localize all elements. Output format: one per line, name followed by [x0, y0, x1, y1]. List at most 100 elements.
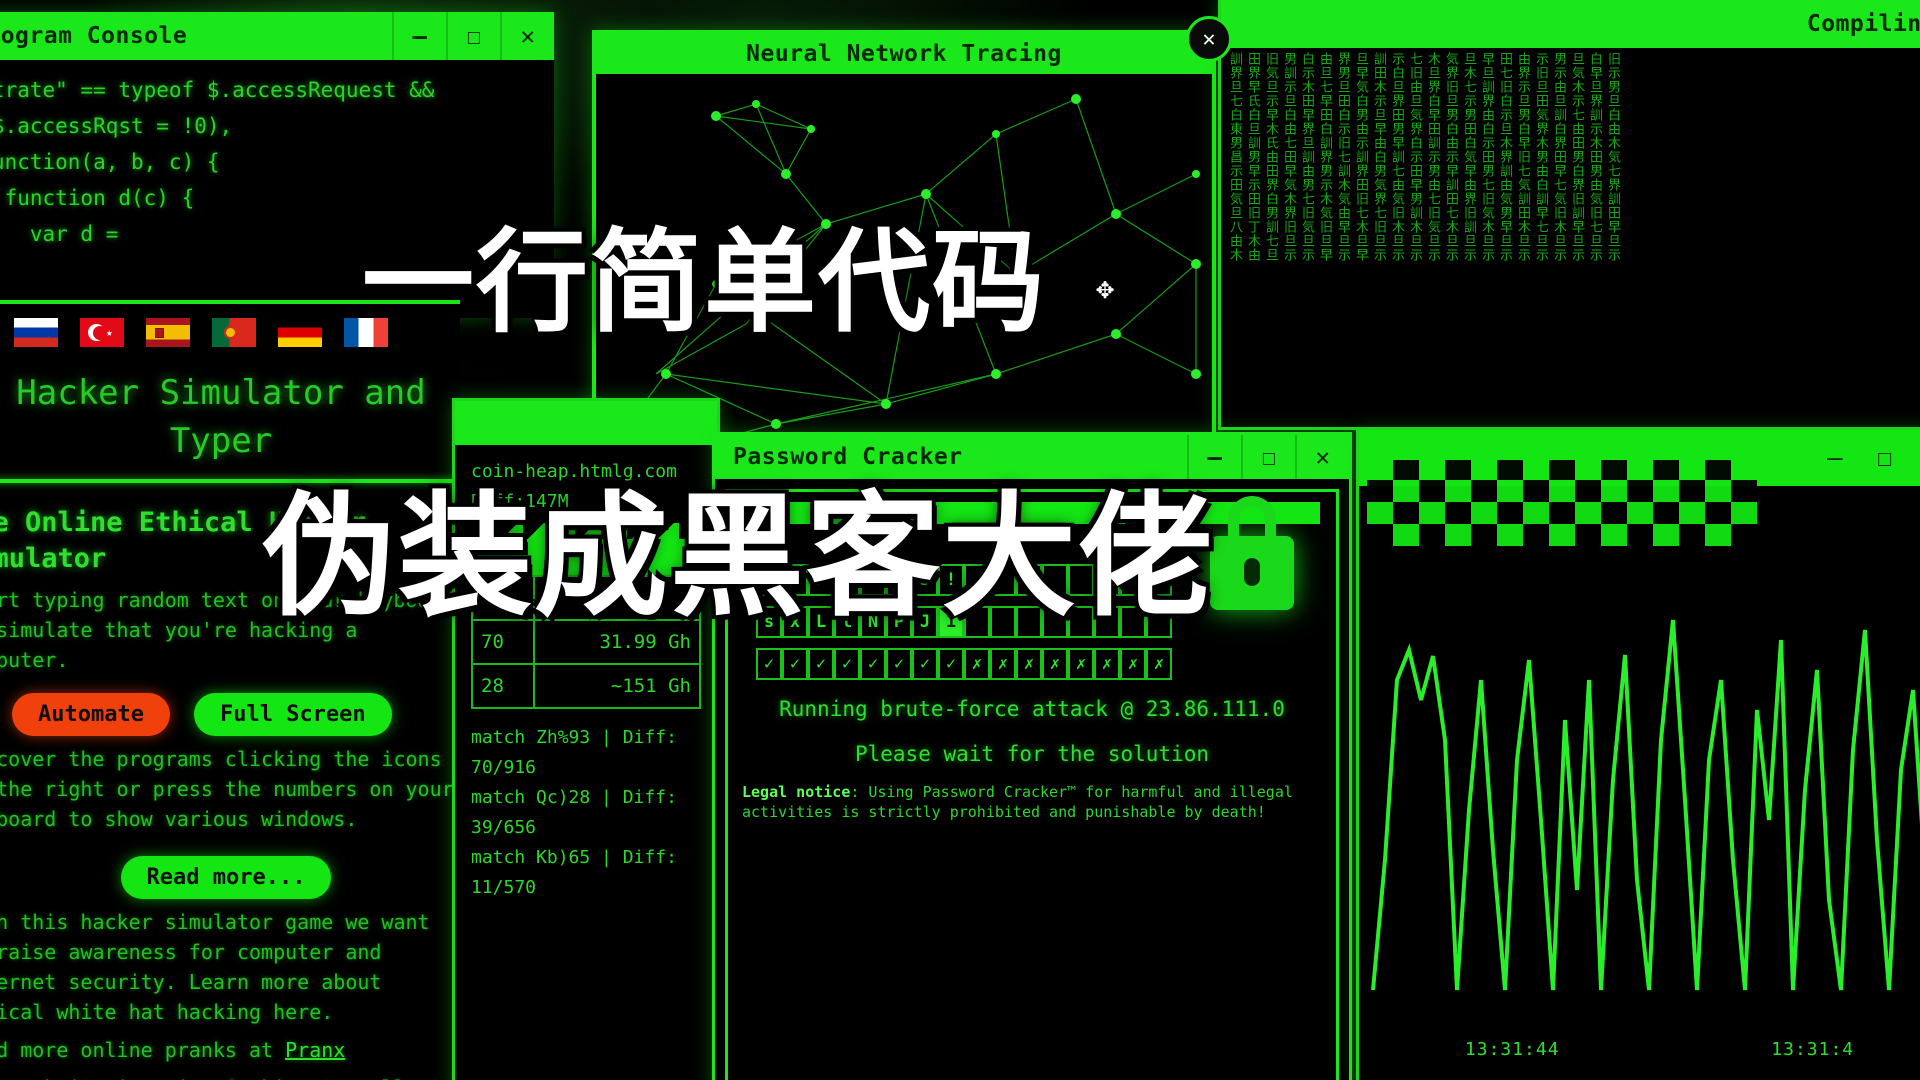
matrix-column: 訓界旦七白東男昌示田気旦八由木	[1227, 52, 1242, 262]
close-icon[interactable]: ✕	[500, 12, 554, 60]
maximize-icon[interactable]: ☐	[446, 12, 500, 60]
window-controls[interactable]: – ☐ ✕	[392, 12, 554, 60]
program-console-title: Program Console	[0, 23, 188, 49]
program-console-titlebar[interactable]: Program Console – ☐ ✕	[0, 12, 554, 60]
padlock-icon	[1210, 496, 1294, 610]
matrix-column: 旦早気白男由示訓界田旧七木旦早	[1353, 52, 1368, 262]
matrix-column: 木旦界白早田訓示男由七旧気旦示	[1425, 52, 1440, 262]
matrix-column: 早旦訓界由白示田男七旧気木旦示	[1479, 52, 1494, 262]
brand-title: Hacker Simulator and Typer	[0, 353, 460, 479]
matrix-column: 白示木田早界旦訓由男七旧気旦示	[1299, 52, 1314, 262]
grid-cell-mark: ✓	[808, 648, 834, 680]
flag-russia-icon[interactable]	[14, 318, 58, 347]
overlay-headline-secondary: 伪装成黑客大佬	[262, 479, 1215, 635]
matrix-column: 七旧由旦気界白示田早男訓木旦示	[1407, 52, 1422, 262]
matrix-column: 訓田木示旦早由白男気界七旧旦示	[1371, 52, 1386, 262]
sidebar-hint: Discover the programs clicking the icons…	[0, 747, 454, 831]
coin-heap-log-line: match Qc)28 | Diff: 39/656	[471, 787, 677, 838]
password-cracker-titlebar[interactable]: Password Cracker – ☐ ✕	[715, 435, 1349, 479]
brand-line-2: Typer	[169, 421, 273, 461]
matrix-column: 旧気旦示早木氏由田界白男訓七旦	[1263, 52, 1278, 262]
sidebar-panel: ★ Hacker Simulator and Typer The Online …	[0, 300, 460, 1080]
matrix-column: 旦気木示七由田男白界旧訓早旦示	[1569, 52, 1584, 262]
maximize-icon[interactable]: ☐	[1241, 435, 1295, 479]
neural-title: Neural Network Tracing	[746, 41, 1062, 67]
matrix-column: 旦木七示男田白気早由界旧訓旦示	[1461, 52, 1476, 262]
grid-cell-mark: ✗	[1042, 648, 1068, 680]
matrix-column: 男訓示旦白由七田早気木界旧旦示	[1281, 52, 1296, 262]
legal-notice-label: Legal notice	[742, 783, 851, 801]
minimize-icon[interactable]: –	[1827, 443, 1843, 473]
matrix-column: 示旧旦田気界木男由白訓早七旦示	[1533, 52, 1548, 262]
desktop: Program Console – ☐ ✕ enetrate" == typeo…	[0, 0, 1920, 1080]
window-controls[interactable]: – ☐ ✕	[1187, 435, 1349, 479]
matrix-column: 男示由旦訓白界田早七気旧木旦示	[1551, 52, 1566, 262]
compiling-title: Compiling	[1806, 11, 1920, 37]
pranx-link[interactable]: Pranx	[285, 1038, 345, 1062]
grid-cell-mark: ✓	[912, 648, 938, 680]
flag-portugal-icon[interactable]	[212, 318, 256, 347]
code-line: ($.accessRqst = !0),	[0, 114, 233, 138]
matrix-column: 界男旦田白示旧七訓木気由早旦示	[1335, 52, 1350, 262]
read-more-row[interactable]: Read more...	[0, 834, 460, 899]
grid-cell-mark: ✗	[1016, 648, 1042, 680]
flag-spain-icon[interactable]	[146, 318, 190, 347]
move-cursor-icon: ✥	[1096, 271, 1115, 306]
password-cracker-title: Password Cracker	[733, 444, 963, 470]
signal-monitor-window[interactable]: – ☐ ✕ 13:31:44 13:31:4	[1356, 430, 1920, 1080]
coin-heap-titlebar[interactable]	[455, 401, 717, 445]
compiling-window[interactable]: Compiling 訓界旦七白東男昌示田気旦八由木 田界早氏白旦訓男早示田旧丁木…	[1218, 0, 1920, 430]
read-more-button[interactable]: Read more...	[120, 856, 332, 899]
close-icon[interactable]: ✕	[1295, 435, 1349, 479]
matrix-column: 旧示男旦白由木気七界訓田早旦示	[1605, 52, 1620, 262]
cell-right: ~151 Gh	[532, 663, 702, 709]
table-row: 28 ~151 Gh	[471, 663, 702, 709]
code-line: function d(c) {	[4, 186, 195, 210]
neural-titlebar[interactable]: Neural Network Tracing	[596, 34, 1212, 74]
maximize-icon[interactable]: ☐	[1877, 443, 1893, 473]
coin-heap-log-line: match Zh%93 | Diff: 70/916	[471, 727, 677, 778]
overlay-headline-primary: 一行简单代码	[362, 218, 1046, 348]
pranks-prefix: Find more online pranks at	[0, 1038, 274, 1062]
sidebar-pranks: Find more online pranks at Pranx	[0, 1027, 460, 1065]
cracker-status-line-2: Please wait for the solution	[854, 742, 1209, 766]
grid-cell-mark: ✓	[886, 648, 912, 680]
grid-cell-mark: ✓	[938, 648, 964, 680]
code-line: function(a, b, c) {	[0, 150, 220, 174]
timestamp: 13:31:4	[1771, 1039, 1855, 1060]
minimize-icon[interactable]: –	[1187, 435, 1241, 479]
matrix-column: 由界示旦男白早旧七気訓田木旦示	[1515, 52, 1530, 262]
brand-line-1: Hacker Simulator and	[16, 373, 426, 413]
matrix-column: 田界早氏白旦訓男早示田旧丁木由	[1245, 52, 1260, 262]
grid-cell-mark: ✗	[1094, 648, 1120, 680]
flag-germany-icon[interactable]	[278, 318, 322, 347]
compiling-titlebar[interactable]: Compiling	[1221, 0, 1920, 48]
grid-cell-mark: ✗	[1120, 648, 1146, 680]
matrix-column: 由旦七早田白訓界男示木気旧旦早	[1317, 52, 1332, 262]
timestamp: 13:31:44	[1464, 1039, 1560, 1060]
grid-cell-mark: ✓	[834, 648, 860, 680]
waveform-timestamps: 13:31:44 13:31:4	[1359, 1039, 1920, 1060]
sidebar-action-buttons[interactable]: Automate Full Screen	[0, 675, 460, 736]
matrix-rain: 訓界旦七白東男昌示田気旦八由木 田界早氏白旦訓男早示田旧丁木由 旧気旦示早木氏由…	[1227, 52, 1920, 423]
cracker-status-line-1: Running brute-force attack @ 23.86.111.0	[779, 697, 1285, 721]
checker-pattern	[1367, 460, 1757, 546]
minimize-icon[interactable]: –	[392, 12, 446, 60]
grid-cell-mark: ✓	[860, 648, 886, 680]
flag-turkey-icon[interactable]: ★	[80, 318, 124, 347]
grid-cell-mark: ✗	[990, 648, 1016, 680]
grid-cell-mark: ✗	[964, 648, 990, 680]
sidebar-about-text: With this hacker simulator game we want …	[0, 910, 430, 1024]
matrix-column: 白早旦界訓示木田男由気旧七旦示	[1587, 52, 1602, 262]
automate-button[interactable]: Automate	[12, 693, 170, 736]
legal-notice: Legal notice: Using Password Cracker™ fo…	[728, 770, 1336, 822]
close-icon[interactable]: ✕	[1186, 16, 1232, 62]
grid-cell-mark: ✓	[782, 648, 808, 680]
coin-heap-log-line: match Kb)65 | Diff: 11/570	[471, 847, 677, 898]
matrix-column: 気界旧旦男白由示早訓田七木旦示	[1443, 52, 1458, 262]
fullscreen-button[interactable]: Full Screen	[193, 693, 392, 736]
matrix-column: 示白旦界田男早訓七由気旧木旦示	[1389, 52, 1404, 262]
sidebar-cookies: This website is using Cookies to collect…	[0, 1065, 460, 1080]
grid-cell-mark: ✗	[1068, 648, 1094, 680]
cell-left: 28	[471, 663, 535, 709]
